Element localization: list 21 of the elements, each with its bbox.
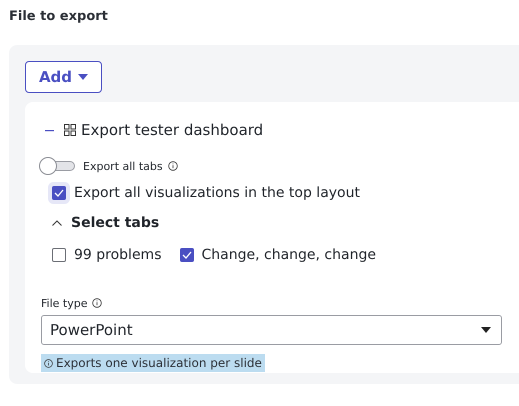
field-label: File type [41, 296, 88, 310]
toggle-switch[interactable] [39, 157, 77, 175]
checkbox-label: Export all visualizations in the top layout [74, 185, 360, 201]
checkbox[interactable] [180, 248, 194, 262]
hint-text: Exports one visualization per slide [41, 354, 265, 372]
caret-icon [78, 74, 88, 80]
info-icon [168, 161, 178, 171]
checkbox-label: Change, change, change [202, 247, 376, 263]
checkbox-label: 99 problems [74, 247, 162, 263]
section-heading: File to export [8, 8, 109, 26]
toggle-label: Export all tabs [83, 160, 163, 172]
section-label: Select tabs [71, 215, 160, 231]
dashboard-icon [64, 124, 76, 136]
chevron-up-icon[interactable] [52, 220, 62, 226]
caret-icon [481, 327, 491, 333]
dashboard-title: Export tester dashboard [81, 121, 264, 139]
file-type-dropdown[interactable]: PowerPoint [41, 315, 502, 345]
add-button[interactable]: Add [25, 61, 102, 93]
checkbox[interactable] [52, 248, 66, 262]
info-icon [92, 298, 102, 308]
info-icon [44, 358, 53, 368]
